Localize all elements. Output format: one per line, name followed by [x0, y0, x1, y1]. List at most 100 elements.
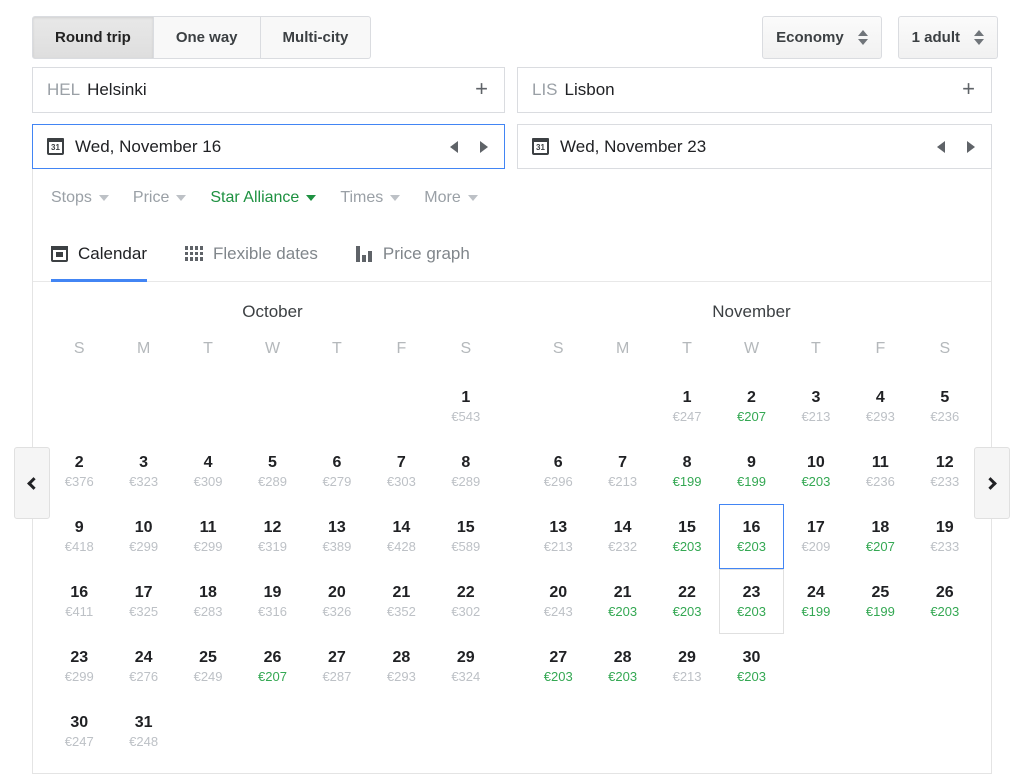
- calendar-day-cell[interactable]: 4 €309: [176, 439, 240, 504]
- calendar-day-cell[interactable]: 17 €325: [111, 569, 175, 634]
- calendar-day-cell[interactable]: 18 €283: [176, 569, 240, 634]
- calendar-day-cell[interactable]: 29 €324: [434, 634, 498, 699]
- prev-month-button[interactable]: [14, 447, 50, 519]
- calendar-day-cell[interactable]: 23 €299: [47, 634, 111, 699]
- calendar-day-cell[interactable]: 20 €326: [305, 569, 369, 634]
- calendar-day-cell[interactable]: 9 €199: [719, 439, 783, 504]
- return-prev-day-icon[interactable]: [937, 140, 945, 153]
- calendar-day-cell[interactable]: 11 €236: [848, 439, 912, 504]
- updown-arrows-icon[interactable]: [974, 30, 984, 45]
- calendar-day-cell[interactable]: 18 €207: [848, 504, 912, 569]
- calendar-day-cell[interactable]: 16 €203: [719, 504, 784, 569]
- filter-price[interactable]: Price: [133, 189, 187, 207]
- next-month-button[interactable]: [974, 447, 1010, 519]
- calendar-day-cell[interactable]: 6 €296: [526, 439, 590, 504]
- tab-calendar[interactable]: Calendar: [51, 226, 167, 282]
- return-next-day-icon[interactable]: [967, 140, 975, 153]
- tab-price-graph[interactable]: Price graph: [355, 226, 490, 281]
- filter-label: Times: [340, 188, 384, 206]
- origin-field[interactable]: HEL Helsinki +: [32, 67, 505, 113]
- day-number: 22: [456, 584, 475, 601]
- calendar-day-cell[interactable]: 3 €323: [111, 439, 175, 504]
- calendar-day-cell[interactable]: 24 €199: [784, 569, 848, 634]
- add-destination-icon[interactable]: +: [962, 77, 977, 103]
- calendar-day-cell[interactable]: 20 €243: [526, 569, 590, 634]
- calendar-day-cell[interactable]: 14 €428: [369, 504, 433, 569]
- calendar-day-cell[interactable]: 21 €203: [590, 569, 654, 634]
- calendar-day-cell[interactable]: 2 €376: [47, 439, 111, 504]
- calendar-day-cell[interactable]: 26 €203: [913, 569, 977, 634]
- filter-stops[interactable]: Stops: [51, 189, 109, 207]
- calendar-day-cell[interactable]: 26 €207: [240, 634, 304, 699]
- day-price: €249: [193, 669, 223, 684]
- calendar-day-cell[interactable]: 15 €589: [434, 504, 498, 569]
- day-number: 20: [328, 584, 346, 601]
- trip-type-round-trip[interactable]: Round trip: [32, 16, 154, 59]
- calendar-day-cell[interactable]: 25 €249: [176, 634, 240, 699]
- calendar-day-cell[interactable]: 2 €207: [719, 374, 783, 439]
- calendar-day-cell[interactable]: 28 €203: [590, 634, 654, 699]
- calendar-day-cell[interactable]: 30 €203: [719, 634, 783, 699]
- calendar-day-cell[interactable]: 30 €247: [47, 699, 111, 764]
- calendar-day-cell[interactable]: 3 €213: [784, 374, 848, 439]
- calendar-day-cell[interactable]: 23 €203: [719, 569, 784, 634]
- day-of-week-header: F: [875, 340, 886, 357]
- calendar-day-cell[interactable]: 10 €299: [111, 504, 175, 569]
- calendar-day-cell[interactable]: 19 €233: [913, 504, 977, 569]
- calendar-day-cell[interactable]: 27 €287: [305, 634, 369, 699]
- tab-flexible-dates[interactable]: Flexible dates: [185, 226, 338, 281]
- calendar-day-cell[interactable]: 16 €411: [47, 569, 111, 634]
- calendar-day-cell[interactable]: 15 €203: [655, 504, 719, 569]
- bar-chart-icon: [355, 245, 373, 262]
- calendar-day-cell[interactable]: 25 €199: [848, 569, 912, 634]
- trip-type-one-way[interactable]: One way: [153, 16, 261, 59]
- calendar-day-cell[interactable]: 6 €279: [305, 439, 369, 504]
- calendar-day-cell[interactable]: 1 €247: [655, 374, 719, 439]
- calendar-day-cell[interactable]: 1 €543: [434, 374, 498, 439]
- depart-next-day-icon[interactable]: [480, 140, 488, 153]
- calendar-day-cell[interactable]: 10 €203: [784, 439, 848, 504]
- depart-date-field[interactable]: 31 Wed, November 16: [32, 124, 505, 169]
- calendar-day-cell[interactable]: 7 €213: [590, 439, 654, 504]
- calendar-day-cell[interactable]: 27 €203: [526, 634, 590, 699]
- calendar-day-cell[interactable]: 12 €319: [240, 504, 304, 569]
- calendar-day-cell[interactable]: 5 €236: [913, 374, 977, 439]
- calendar-icon: 31: [47, 138, 64, 155]
- add-origin-icon[interactable]: +: [475, 77, 490, 103]
- calendar-day-cell[interactable]: 22 €203: [655, 569, 719, 634]
- depart-prev-day-icon[interactable]: [450, 140, 458, 153]
- filter-more[interactable]: More: [424, 189, 478, 207]
- destination-field[interactable]: LIS Lisbon +: [517, 67, 992, 113]
- calendar-day-cell[interactable]: 29 €213: [655, 634, 719, 699]
- calendar-day-cell[interactable]: 8 €289: [434, 439, 498, 504]
- calendar-day-cell[interactable]: 5 €289: [240, 439, 304, 504]
- calendar-day-cell[interactable]: 19 €316: [240, 569, 304, 634]
- calendar-day-cell[interactable]: 4 €293: [848, 374, 912, 439]
- calendar-day-cell[interactable]: 12 €233: [913, 439, 977, 504]
- trip-type-tabs: Round trip One way Multi-city: [32, 16, 372, 59]
- calendar-day-cell[interactable]: 13 €213: [526, 504, 590, 569]
- return-date-field[interactable]: 31 Wed, November 23: [517, 124, 992, 169]
- calendar-day-cell[interactable]: 11 €299: [176, 504, 240, 569]
- calendar-day-cell[interactable]: 8 €199: [655, 439, 719, 504]
- passengers-stepper[interactable]: 1 adult: [897, 16, 998, 59]
- day-number: 20: [549, 584, 568, 601]
- calendar-day-cell[interactable]: 13 €389: [305, 504, 369, 569]
- calendar-day-cell[interactable]: 7 €303: [369, 439, 433, 504]
- calendar-day-cell[interactable]: 31 €248: [111, 699, 175, 764]
- calendar-day-cell[interactable]: 17 €209: [784, 504, 848, 569]
- trip-type-multi-city[interactable]: Multi-city: [260, 16, 372, 59]
- calendar-day-cell[interactable]: 28 €293: [369, 634, 433, 699]
- calendar-day-cell[interactable]: 14 €232: [590, 504, 654, 569]
- calendar-day-cell[interactable]: 21 €352: [369, 569, 433, 634]
- calendar-day-cell[interactable]: 9 €418: [47, 504, 111, 569]
- updown-arrows-icon[interactable]: [857, 30, 868, 45]
- chevron-down-icon: [467, 194, 478, 201]
- cabin-class-stepper[interactable]: Economy: [762, 16, 882, 59]
- day-price: €203: [543, 669, 573, 684]
- calendar-day-cell[interactable]: 24 €276: [111, 634, 175, 699]
- calendar-icon: [51, 245, 68, 262]
- calendar-day-cell[interactable]: 22 €302: [434, 569, 498, 634]
- filter-star-alliance[interactable]: Star Alliance: [210, 189, 317, 207]
- filter-times[interactable]: Times: [340, 188, 401, 207]
